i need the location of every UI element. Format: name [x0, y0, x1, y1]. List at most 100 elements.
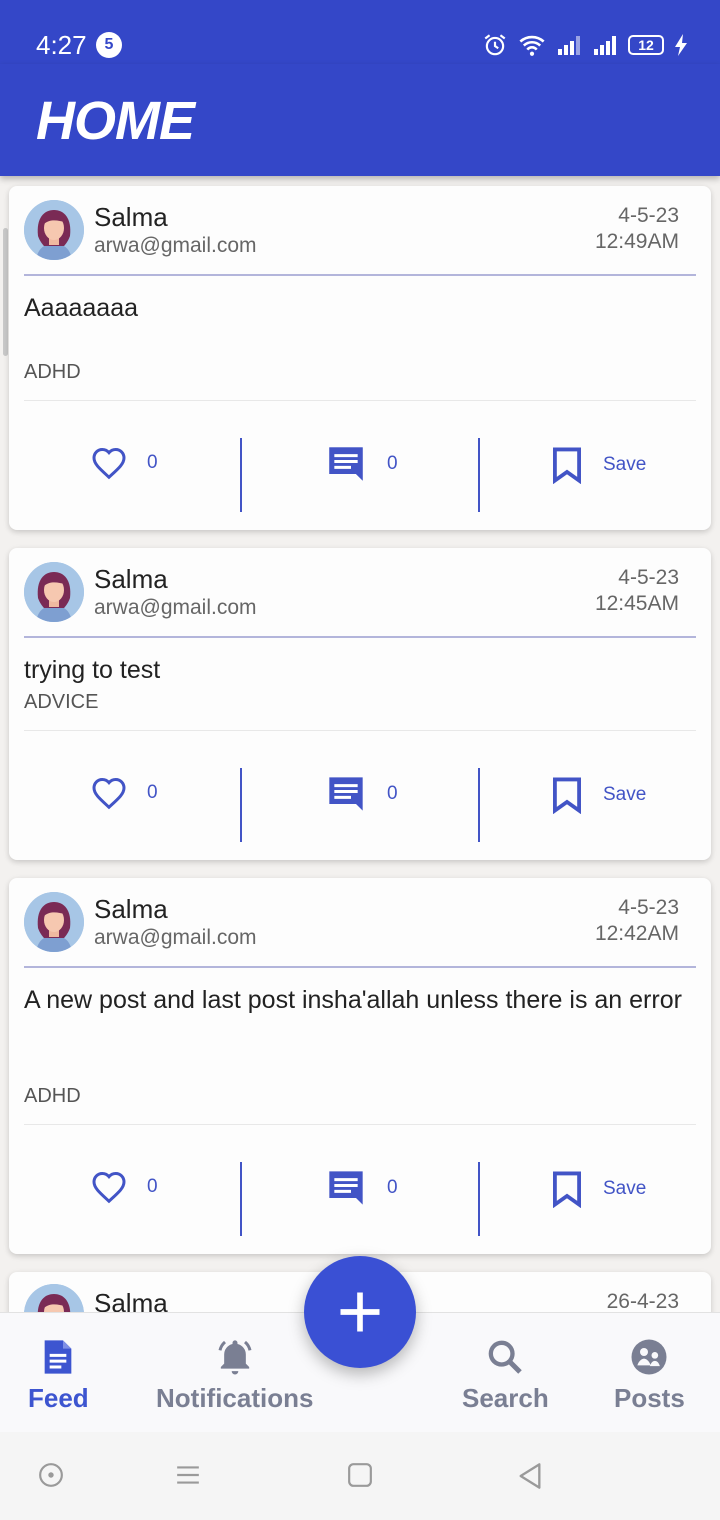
heart-icon — [92, 1171, 126, 1204]
nav-label: Notifications — [156, 1383, 314, 1413]
divider — [240, 768, 242, 842]
post-date: 4-5-23 — [618, 204, 679, 227]
nav-item-feed[interactable]: Feed — [28, 1337, 89, 1414]
comment-count: 0 — [387, 453, 398, 474]
comment-icon — [329, 777, 363, 811]
status-time: 4:27 — [36, 30, 87, 60]
divider — [240, 438, 242, 512]
like-count: 0 — [147, 782, 158, 803]
bookmark-icon — [553, 447, 581, 484]
divider — [478, 1162, 480, 1236]
status-bar: 4:27 5 12 — [0, 0, 720, 64]
user-email: arwa@gmail.com — [94, 926, 257, 949]
nav-label: Feed — [28, 1383, 89, 1413]
battery-level: 12 — [638, 37, 654, 53]
post-text[interactable]: Aaaaaaaa — [24, 292, 684, 324]
search-icon — [489, 1340, 523, 1374]
system-navigation-bar — [0, 1432, 720, 1520]
post-tag: ADHD — [24, 1085, 81, 1107]
app-bar: HOME — [0, 64, 720, 176]
like-button[interactable]: 0 — [91, 446, 158, 480]
avatar[interactable] — [24, 200, 84, 260]
post-card[interactable]: Salma arwa@gmail.com 4-5-23 12:49AM Aaaa… — [9, 186, 711, 530]
bell-icon — [218, 1340, 252, 1375]
bookmark-icon — [553, 1171, 581, 1208]
post-time: 12:45AM — [594, 592, 679, 615]
heart-icon — [92, 447, 126, 480]
status-icons: 12 — [482, 30, 688, 60]
like-count: 0 — [147, 1176, 158, 1197]
avatar[interactable] — [24, 562, 84, 622]
comment-count: 0 — [387, 1177, 398, 1198]
like-button[interactable]: 0 — [91, 776, 158, 810]
posts-icon — [631, 1339, 667, 1375]
nav-label: Search — [462, 1383, 549, 1413]
comment-button[interactable]: 0 — [325, 444, 398, 484]
comment-count: 0 — [387, 783, 398, 804]
home-icon[interactable] — [347, 1462, 373, 1488]
comment-icon — [329, 447, 363, 481]
post-feed[interactable]: Salma arwa@gmail.com 4-5-23 12:49AM Aaaa… — [0, 176, 720, 1312]
divider — [24, 966, 696, 968]
post-date: 4-5-23 — [618, 566, 679, 589]
divider — [24, 274, 696, 276]
save-button[interactable]: Save — [551, 446, 646, 484]
divider — [240, 1162, 242, 1236]
nav-label: Posts — [614, 1383, 685, 1413]
avatar[interactable] — [24, 892, 84, 952]
save-button[interactable]: Save — [551, 1170, 646, 1208]
add-post-button[interactable] — [304, 1256, 416, 1368]
page-title: HOME — [36, 91, 195, 151]
divider — [478, 438, 480, 512]
user-name[interactable]: Salma — [94, 202, 168, 233]
user-name[interactable]: Salma — [94, 894, 168, 925]
comment-button[interactable]: 0 — [325, 1168, 398, 1208]
user-email: arwa@gmail.com — [94, 596, 257, 619]
like-count: 0 — [147, 452, 158, 473]
user-email: arwa@gmail.com — [94, 234, 257, 257]
post-card[interactable]: Salma arwa@gmail.com 4-5-23 12:42AM A ne… — [9, 878, 711, 1254]
comment-button[interactable]: 0 — [325, 774, 398, 814]
user-name[interactable]: Salma — [94, 564, 168, 595]
avatar[interactable] — [24, 1284, 84, 1312]
post-text[interactable]: A new post and last post insha'allah unl… — [24, 984, 684, 1016]
alarm-icon — [484, 34, 506, 56]
assistant-icon[interactable] — [38, 1462, 64, 1488]
nav-item-posts[interactable]: Posts — [614, 1337, 685, 1414]
divider — [24, 1124, 696, 1125]
post-tag: ADHD — [24, 361, 81, 383]
back-icon[interactable] — [516, 1462, 544, 1490]
divider — [24, 400, 696, 401]
nav-item-search[interactable]: Search — [462, 1337, 549, 1414]
save-label: Save — [603, 1178, 647, 1199]
signal-icon — [594, 36, 616, 55]
divider — [24, 730, 696, 731]
post-date: 4-5-23 — [618, 896, 679, 919]
divider — [24, 636, 696, 638]
post-date: 26-4-23 — [606, 1290, 679, 1312]
save-label: Save — [603, 784, 647, 805]
bookmark-icon — [553, 777, 581, 814]
divider — [478, 768, 480, 842]
post-time: 12:42AM — [594, 922, 679, 945]
save-label: Save — [603, 454, 647, 475]
charging-icon — [675, 34, 687, 56]
post-tag: ADVICE — [24, 691, 99, 713]
post-card[interactable]: Salma arwa@gmail.com 4-5-23 12:45AM tryi… — [9, 548, 711, 860]
wifi-icon — [519, 35, 545, 56]
plus-icon — [340, 1292, 380, 1332]
feed-icon — [45, 1340, 72, 1374]
scrollbar[interactable] — [3, 228, 8, 356]
notification-count-badge: 5 — [96, 32, 122, 58]
heart-icon — [92, 777, 126, 810]
comment-icon — [329, 1171, 363, 1205]
signal-icon — [558, 36, 580, 55]
like-button[interactable]: 0 — [91, 1170, 158, 1204]
user-name[interactable]: Salma — [94, 1288, 168, 1312]
battery-icon: 12 — [628, 35, 664, 55]
save-button[interactable]: Save — [551, 776, 646, 814]
post-text[interactable]: trying to test — [24, 654, 684, 686]
nav-item-notifications[interactable]: Notifications — [156, 1337, 313, 1414]
menu-icon[interactable] — [174, 1462, 202, 1488]
post-time: 12:49AM — [594, 230, 679, 253]
